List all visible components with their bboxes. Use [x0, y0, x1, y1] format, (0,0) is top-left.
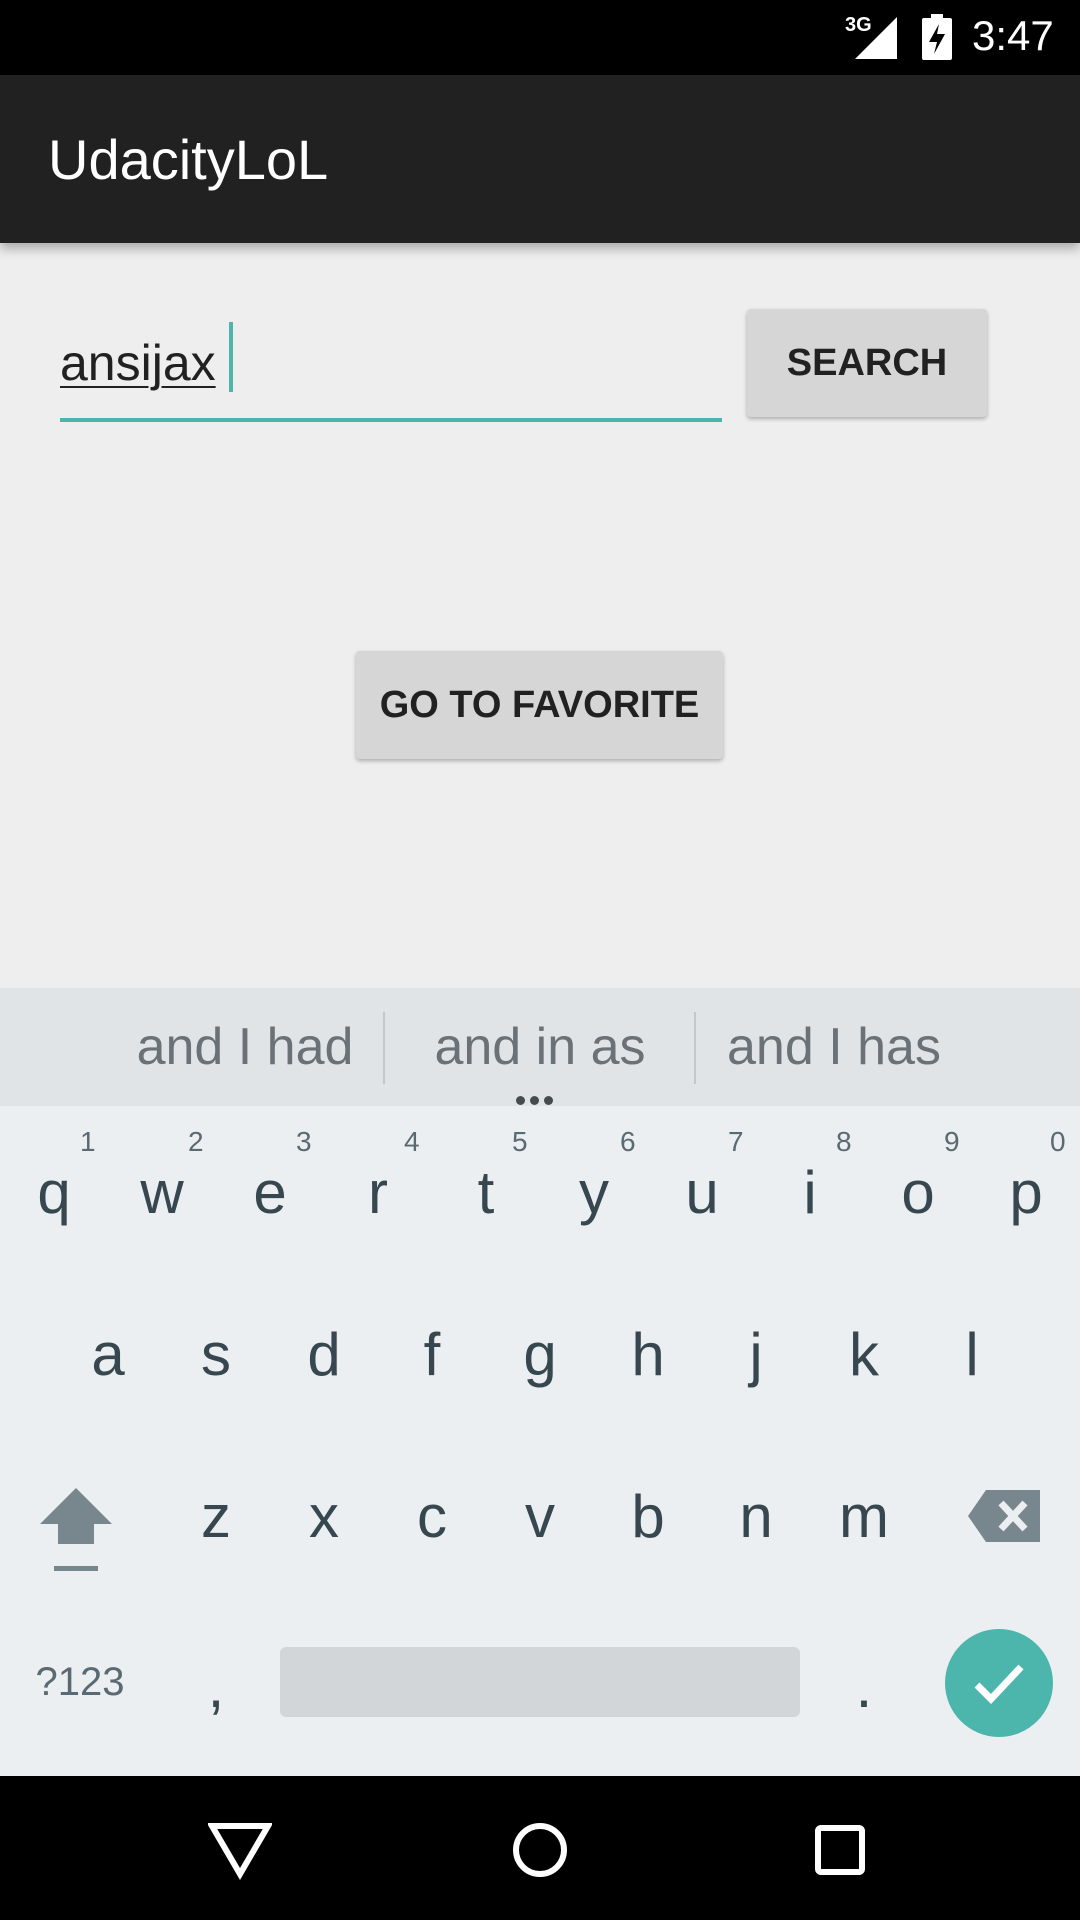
key-char: w — [140, 1159, 184, 1226]
key-char: u — [685, 1159, 719, 1226]
more-suggestions-icon[interactable] — [516, 1092, 564, 1105]
key-char: k — [849, 1321, 879, 1388]
key-j[interactable]: j — [702, 1274, 810, 1434]
key-hint: 4 — [404, 1126, 420, 1157]
recents-icon[interactable] — [808, 1818, 872, 1882]
key-char: l — [965, 1321, 979, 1388]
key-f[interactable]: f — [378, 1274, 486, 1434]
key-char: ?123 — [35, 1660, 125, 1704]
app-bar: UdacityLoL — [0, 75, 1080, 243]
key-char: b — [631, 1483, 665, 1550]
key-n[interactable]: n — [702, 1440, 810, 1600]
suggestion-item[interactable]: and I has — [684, 988, 984, 1106]
key-char: t — [477, 1159, 495, 1226]
key-char: n — [739, 1483, 773, 1550]
key-s[interactable]: s — [162, 1274, 270, 1434]
key-hint: 5 — [512, 1126, 528, 1157]
backspace-key[interactable] — [948, 1440, 1068, 1600]
key-t[interactable]: 5t — [432, 1106, 540, 1266]
key-char: . — [855, 1653, 873, 1720]
battery-charging-icon — [922, 14, 952, 60]
search-button[interactable]: SEARCH — [747, 309, 987, 417]
go-to-favorite-button[interactable]: GO TO FAVORITE — [356, 651, 723, 759]
shift-key[interactable] — [14, 1440, 138, 1600]
key-char: d — [307, 1321, 341, 1388]
key-hint: 9 — [944, 1126, 960, 1157]
key-char: j — [749, 1321, 763, 1388]
app-title: UdacityLoL — [48, 128, 329, 191]
key-m[interactable]: m — [810, 1440, 918, 1600]
symbols-key[interactable]: ?123 — [20, 1606, 140, 1766]
key-a[interactable]: a — [54, 1274, 162, 1434]
status-bar: 3G 3:47 — [0, 0, 1080, 75]
shift-icon — [40, 1488, 112, 1571]
key-char: e — [253, 1159, 287, 1226]
suggestion-item[interactable]: and in as — [390, 988, 690, 1106]
key-hint: 3 — [296, 1126, 312, 1157]
key-hint: 8 — [836, 1126, 852, 1157]
key-char: f — [423, 1321, 441, 1388]
key-g[interactable]: g — [486, 1274, 594, 1434]
search-input-value: ansijax — [60, 335, 216, 391]
navigation-bar — [0, 1776, 1080, 1920]
space-bar[interactable] — [280, 1647, 800, 1717]
key-x[interactable]: x — [270, 1440, 378, 1600]
key-e[interactable]: 3e — [216, 1106, 324, 1266]
key-d[interactable]: d — [270, 1274, 378, 1434]
key-char: o — [901, 1159, 935, 1226]
backspace-icon — [968, 1490, 1040, 1542]
key-hint: 7 — [728, 1126, 744, 1157]
search-input[interactable]: ansijax — [60, 310, 722, 422]
key-hint: 2 — [188, 1126, 204, 1157]
key-char: h — [631, 1321, 665, 1388]
key-q[interactable]: 1q — [0, 1106, 108, 1266]
key-char: c — [417, 1483, 447, 1550]
key-char: a — [91, 1321, 125, 1388]
key-char: z — [201, 1483, 231, 1550]
suggestion-strip: and I had and in as and I has — [0, 988, 1080, 1106]
clock: 3:47 — [972, 12, 1054, 59]
key-v[interactable]: v — [486, 1440, 594, 1600]
key-p[interactable]: 0p — [972, 1106, 1080, 1266]
key-char: s — [201, 1321, 231, 1388]
key-i[interactable]: 8i — [756, 1106, 864, 1266]
enter-key[interactable] — [945, 1629, 1053, 1737]
key-char: y — [579, 1159, 609, 1226]
key-k[interactable]: k — [810, 1274, 918, 1434]
key-char: q — [37, 1159, 71, 1226]
key-w[interactable]: 2w — [108, 1106, 216, 1266]
back-icon[interactable] — [208, 1818, 272, 1882]
key-h[interactable]: h — [594, 1274, 702, 1434]
key-o[interactable]: 9o — [864, 1106, 972, 1266]
suggestion-divider — [383, 1012, 385, 1084]
key-b[interactable]: b — [594, 1440, 702, 1600]
key-char: g — [523, 1321, 557, 1388]
key-char: x — [309, 1483, 339, 1550]
home-icon[interactable] — [508, 1818, 572, 1882]
key-char: m — [839, 1483, 889, 1550]
key-char: r — [368, 1159, 388, 1226]
key-y[interactable]: 6y — [540, 1106, 648, 1266]
enter-check-icon — [974, 1664, 1024, 1705]
key-c[interactable]: c — [378, 1440, 486, 1600]
signal-icon — [855, 17, 897, 59]
key-char: p — [1009, 1159, 1043, 1226]
key-hint: 6 — [620, 1126, 636, 1157]
key-u[interactable]: 7u — [648, 1106, 756, 1266]
key-z[interactable]: z — [162, 1440, 270, 1600]
key-l[interactable]: l — [918, 1274, 1026, 1434]
key-r[interactable]: 4r — [324, 1106, 432, 1266]
comma-key[interactable]: , — [162, 1606, 270, 1766]
key-char: i — [803, 1159, 817, 1226]
key-char: v — [525, 1483, 555, 1550]
suggestion-item[interactable]: and I had — [95, 988, 395, 1106]
text-cursor — [229, 322, 233, 392]
period-key[interactable]: . — [810, 1606, 918, 1766]
key-hint: 0 — [1050, 1126, 1066, 1157]
key-hint: 1 — [80, 1126, 96, 1157]
key-char: , — [207, 1653, 225, 1720]
